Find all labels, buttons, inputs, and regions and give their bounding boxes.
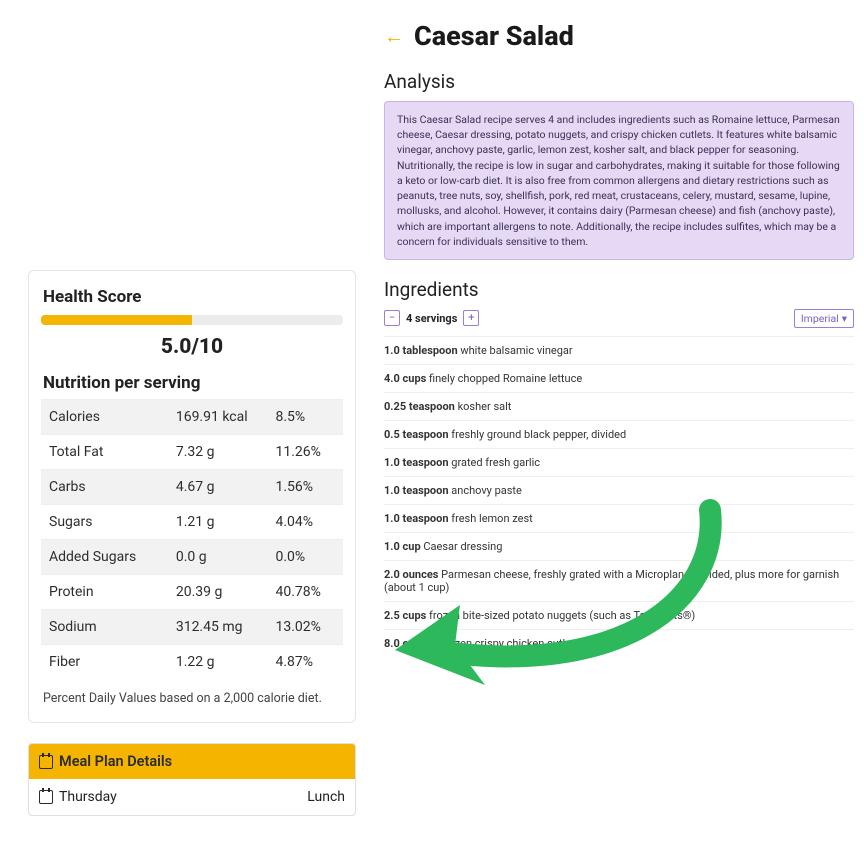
list-item: 2.5 cups frozen bite-sized potato nugget… xyxy=(384,601,854,629)
list-item: 1.0 teaspoon grated fresh garlic xyxy=(384,448,854,476)
table-row: Sodium312.45 mg13.02% xyxy=(41,610,343,645)
chevron-down-icon: ▾ xyxy=(842,312,847,325)
nutrition-panel: Health Score 5.0/10 Nutrition per servin… xyxy=(28,270,356,816)
analysis-text: This Caesar Salad recipe serves 4 and in… xyxy=(384,101,854,260)
health-score-bar xyxy=(41,315,343,325)
nutrition-table: Calories169.91 kcal8.5% Total Fat7.32 g1… xyxy=(41,399,343,679)
meal-plan-box: Meal Plan Details Thursday Lunch xyxy=(28,743,356,816)
servings-minus-button[interactable]: − xyxy=(384,310,400,326)
table-row: Calories169.91 kcal8.5% xyxy=(41,400,343,435)
nutrition-per-serving-title: Nutrition per serving xyxy=(43,373,343,393)
unit-label: Imperial xyxy=(801,312,839,325)
ingredient-list: 1.0 tablespoon white balsamic vinegar 4.… xyxy=(384,336,854,657)
analysis-heading: Analysis xyxy=(384,70,854,93)
list-item: 1.0 teaspoon anchovy paste xyxy=(384,476,854,504)
calendar-icon xyxy=(39,755,53,769)
list-item: 8.0 ounces frozen crispy chicken cutlets xyxy=(384,629,854,657)
calendar-icon xyxy=(39,790,53,804)
health-score-title: Health Score xyxy=(43,287,343,307)
ingredients-heading: Ingredients xyxy=(384,278,854,301)
list-item: 1.0 tablespoon white balsamic vinegar xyxy=(384,336,854,364)
ingredients-controls: − 4 servings + Imperial ▾ xyxy=(384,309,854,328)
table-row: Sugars1.21 g4.04% xyxy=(41,505,343,540)
back-arrow-icon[interactable]: ← xyxy=(384,24,404,49)
list-item: 4.0 cups finely chopped Romaine lettuce xyxy=(384,364,854,392)
meal-plan-heading: Meal Plan Details xyxy=(59,753,172,770)
servings-plus-button[interactable]: + xyxy=(463,310,479,326)
health-score-fill xyxy=(41,315,192,325)
meal-plan-meal: Lunch xyxy=(307,789,345,805)
list-item: 2.0 ounces Parmesan cheese, freshly grat… xyxy=(384,560,854,601)
meal-plan-day: Thursday xyxy=(59,789,117,805)
list-item: 0.25 teaspoon kosher salt xyxy=(384,392,854,420)
table-row: Carbs4.67 g1.56% xyxy=(41,470,343,505)
page-title: Caesar Salad xyxy=(414,20,574,52)
health-score-value: 5.0/10 xyxy=(41,335,343,359)
table-row: Total Fat7.32 g11.26% xyxy=(41,435,343,470)
meal-plan-header[interactable]: Meal Plan Details xyxy=(29,744,355,779)
list-item: 0.5 teaspoon freshly ground black pepper… xyxy=(384,420,854,448)
meal-plan-row: Thursday Lunch xyxy=(29,779,355,815)
list-item: 1.0 teaspoon fresh lemon zest xyxy=(384,504,854,532)
unit-toggle-button[interactable]: Imperial ▾ xyxy=(794,309,854,328)
servings-label: 4 servings xyxy=(406,312,457,325)
nutrition-footnote: Percent Daily Values based on a 2,000 ca… xyxy=(43,691,341,706)
table-row: Fiber1.22 g4.87% xyxy=(41,645,343,680)
recipe-panel: ← Caesar Salad Analysis This Caesar Sala… xyxy=(384,20,854,657)
table-row: Added Sugars0.0 g0.0% xyxy=(41,540,343,575)
table-row: Protein20.39 g40.78% xyxy=(41,575,343,610)
health-card: Health Score 5.0/10 Nutrition per servin… xyxy=(28,270,356,723)
list-item: 1.0 cup Caesar dressing xyxy=(384,532,854,560)
title-row: ← Caesar Salad xyxy=(384,20,854,52)
